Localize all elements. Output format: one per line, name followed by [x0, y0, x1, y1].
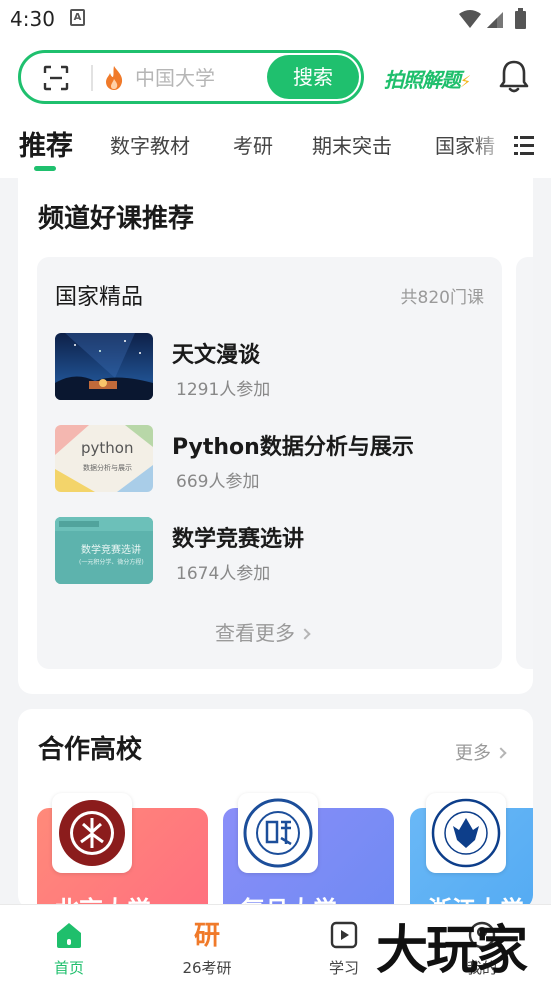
tab-fade	[470, 122, 510, 172]
status-time: 4:30	[10, 7, 55, 31]
photo-solve-button[interactable]: 拍照解题⚡	[384, 64, 471, 93]
next-panel-peek[interactable]	[516, 257, 533, 669]
partners-more-link[interactable]: 更多	[455, 739, 507, 765]
nav-postgrad[interactable]: 研 26考研	[157, 905, 257, 981]
home-icon	[57, 923, 81, 948]
pku-logo	[52, 793, 132, 873]
partners-more-label: 更多	[455, 743, 491, 764]
thumb-subtitle: 数据分析与展示	[83, 464, 132, 472]
fudan-logo	[238, 793, 318, 873]
course-name: 数学竞赛选讲	[172, 527, 305, 552]
partners-title: 合作高校	[38, 735, 143, 765]
course-participants: 1291人参加	[176, 380, 271, 400]
channel-title: 频道好课推荐	[38, 204, 195, 234]
course-thumbnail: 数学竞赛选讲 (一元积分学、微分方程)	[55, 517, 153, 584]
course-participants: 1674人参加	[176, 564, 271, 584]
scan-icon[interactable]	[43, 65, 69, 91]
panel-count: 共820门课	[400, 288, 484, 308]
nav-label: 首页	[53, 959, 84, 977]
nav-label: 26考研	[182, 959, 232, 977]
tab-postgrad[interactable]: 考研	[233, 130, 273, 159]
course-name: Python数据分析与展示	[172, 435, 414, 460]
search-box[interactable]: 搜索	[18, 50, 364, 104]
watermark: 大玩家	[376, 921, 528, 981]
battery-icon	[515, 8, 526, 29]
chevron-right-icon	[299, 628, 311, 640]
active-tab-indicator	[34, 166, 56, 171]
status-bar: 4:30 A	[0, 0, 551, 38]
nav-home[interactable]: 首页	[19, 905, 119, 981]
tab-recommend[interactable]: 推荐	[19, 124, 73, 163]
thumb-title: 数学竞赛选讲	[81, 545, 141, 556]
chevron-right-icon	[495, 747, 507, 759]
zju-logo	[426, 793, 506, 873]
signal-icon	[487, 12, 503, 28]
course-item[interactable]: python 数据分析与展示 Python数据分析与展示 669人参加	[55, 425, 485, 495]
top-area: 搜索 拍照解题⚡ 推荐 数字教材 考研 期末突击 国家精	[0, 38, 551, 178]
course-thumbnail	[55, 333, 153, 400]
play-icon	[330, 921, 358, 949]
tab-digital-textbook[interactable]: 数字教材	[110, 130, 190, 159]
notification-icon: A	[70, 9, 85, 26]
thumb-subtitle: (一元积分学、微分方程)	[79, 559, 144, 566]
national-panel: 国家精品 共820门课 天文漫谈 1291人参加 python 数据分析与展示 …	[37, 257, 502, 669]
course-item[interactable]: 数学竞赛选讲 (一元积分学、微分方程) 数学竞赛选讲 1674人参加	[55, 517, 485, 587]
course-item[interactable]: 天文漫谈 1291人参加	[55, 333, 485, 403]
course-participants: 669人参加	[176, 472, 260, 492]
postgrad-icon: 研	[193, 921, 220, 951]
thumb-title: python	[81, 439, 134, 457]
channel-card: 频道好课推荐 国家精品 共820门课 天文漫谈 1291人参加 python 数…	[18, 178, 533, 694]
course-name: 天文漫谈	[172, 343, 261, 368]
view-more-link[interactable]: 查看更多	[215, 617, 311, 646]
bell-icon[interactable]	[498, 58, 530, 94]
flame-icon	[106, 66, 123, 90]
photo-solve-label: 拍照解题	[384, 68, 461, 92]
tab-final-exam[interactable]: 期末突击	[312, 130, 392, 159]
wifi-icon	[459, 10, 481, 28]
search-divider	[91, 65, 93, 91]
category-tabs: 推荐 数字教材 考研 期末突击 国家精	[0, 122, 551, 174]
search-input[interactable]	[135, 65, 265, 91]
search-button[interactable]: 搜索	[267, 55, 359, 99]
status-icons	[459, 8, 526, 29]
view-more-label: 查看更多	[215, 621, 295, 645]
menu-icon[interactable]	[514, 134, 534, 156]
bolt-icon: ⚡	[460, 72, 471, 91]
panel-title: 国家精品	[55, 285, 144, 310]
course-thumbnail: python 数据分析与展示	[55, 425, 153, 492]
